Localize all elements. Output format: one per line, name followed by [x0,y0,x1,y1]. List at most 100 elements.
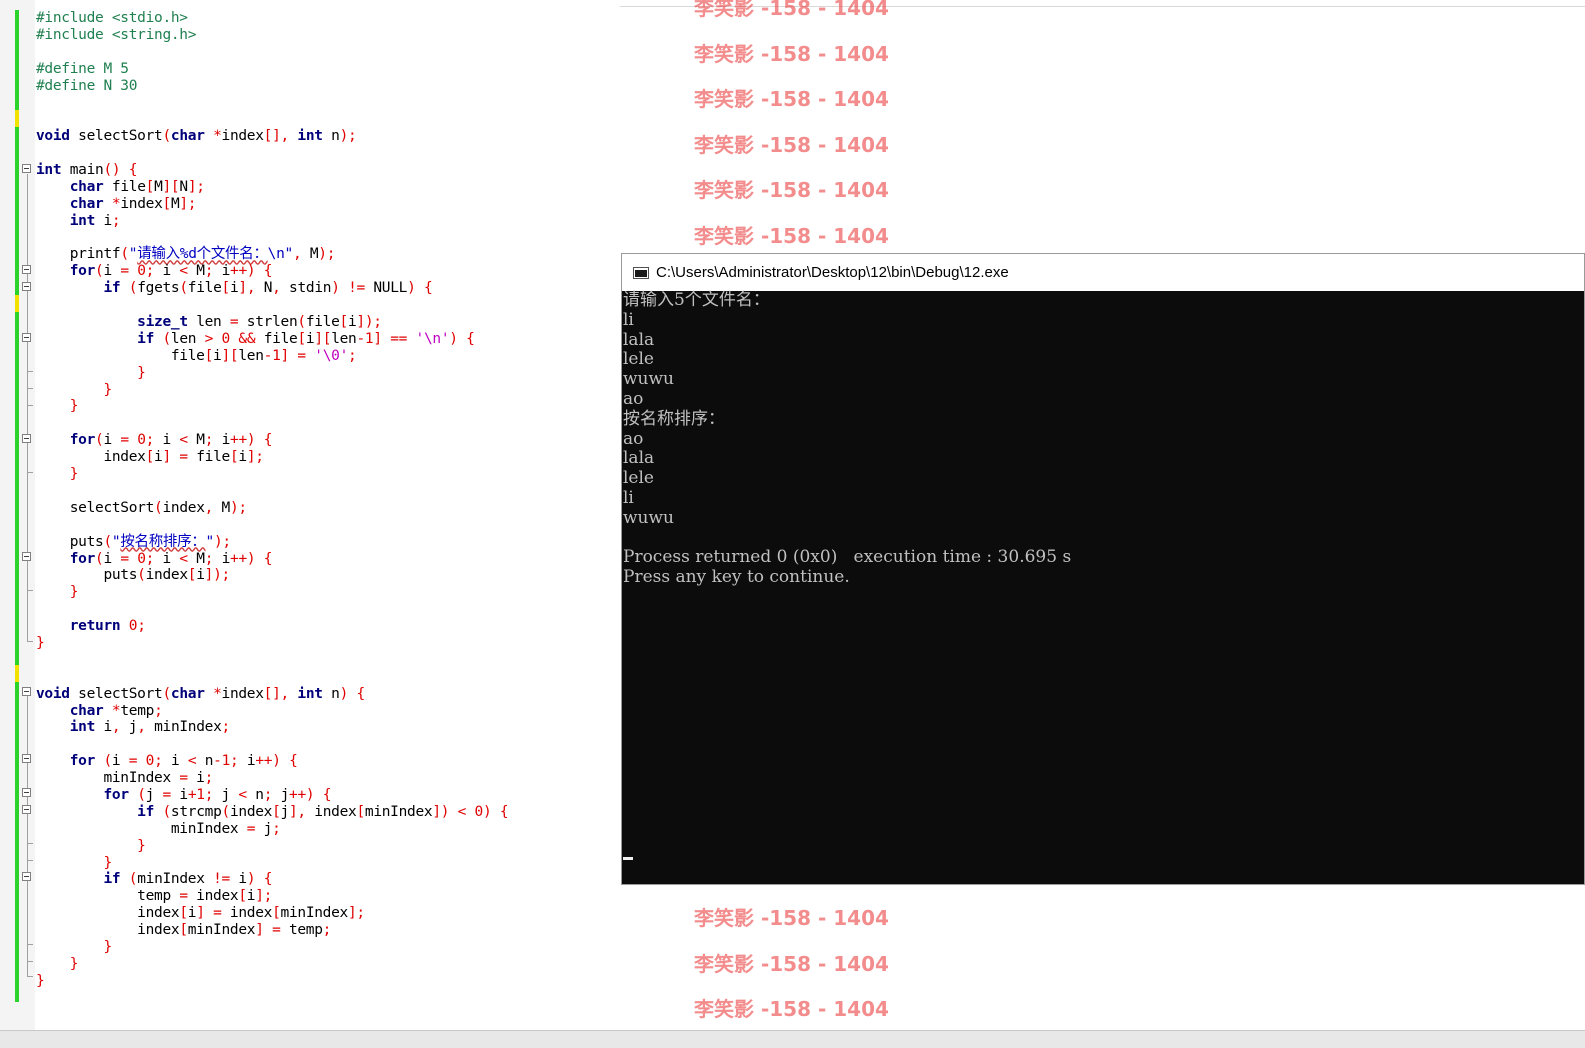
code-line: } [36,635,508,652]
code-line: char *index[M]; [36,196,508,213]
console-titlebar[interactable]: C:\Users\Administrator\Desktop\12\bin\De… [622,254,1584,291]
code-token: len [170,330,205,347]
code-token: ++) [230,550,256,567]
code-token: n [196,753,214,770]
code-token: minIndex [187,922,256,939]
code-token: [], [263,685,290,702]
code-token: ; [204,432,214,449]
code-token: 0 [474,803,484,820]
code-token: ); [318,246,336,263]
code-token: } [69,584,79,601]
console-output[interactable]: 请输入5个文件名： li lala lele wuwu ao 按名称排序： ao lala lel… [623,290,1071,588]
fold-toggle-for[interactable] [22,434,31,443]
fold-toggle-main[interactable] [22,164,31,173]
code-token: ]; [179,195,197,212]
code-token: [ [145,449,155,466]
code-token: i [95,719,112,736]
fold-end [27,944,33,945]
fold-end [27,641,33,642]
code-token: != [213,871,230,888]
code-token: ] [162,449,171,466]
code-line: for(i = 0; i < M; i++) { [36,432,508,449]
code-line: int i; [36,213,508,230]
code-line: index[minIndex] = temp; [36,922,508,939]
code-token: \n" [267,246,294,263]
code-token: 1 [272,347,281,364]
code-token: } [137,364,146,381]
console-window[interactable]: C:\Users\Administrator\Desktop\12\bin\De… [621,253,1585,885]
code-token: [ [297,330,306,347]
code-token: == [390,330,408,347]
code-line: void selectSort(char *index[], int n) { [36,686,508,703]
code-token: [ [238,888,247,905]
code-token: ( [128,871,138,888]
code-token: printf [36,246,121,263]
code-token: i [111,753,129,770]
code-token: return [69,618,121,635]
code-token: ; [154,702,163,719]
fold-toggle-for[interactable] [22,788,31,797]
fold-toggle-selectsort[interactable] [22,687,31,696]
code-token: i [196,567,205,584]
code-token: [ [356,803,365,820]
code-token: ][ [221,347,239,364]
code-token: ; [322,922,332,939]
code-token: i [213,550,231,567]
code-token: < [179,550,188,567]
fold-toggle-if[interactable] [22,333,31,342]
editor-top-rule [620,6,1585,7]
code-token: } [103,381,112,398]
code-token: minIndex [36,770,180,787]
code-token: { [356,685,365,702]
code-token: len [331,330,357,347]
code-token: " [205,533,215,550]
code-line: } [36,365,508,382]
code-token: ) [407,280,416,297]
code-token: = [179,888,188,905]
fold-end [27,961,33,962]
editor-bottom-bar [0,1030,1585,1048]
code-token: < [187,753,197,770]
fold-toggle-for[interactable] [22,552,31,561]
code-token: n [322,128,340,145]
fold-toggle-if[interactable] [22,282,31,291]
code-token: ] [373,330,382,347]
code-token: index [221,685,264,702]
code-token: n [246,786,264,803]
fold-toggle-if[interactable] [22,805,31,814]
fold-toggle-if[interactable] [22,872,31,881]
fold-toggle-for[interactable] [22,265,31,274]
console-app-icon [633,266,649,279]
code-token: ); [213,533,231,550]
code-text[interactable]: #include <stdio.h> #include <string.h> #de… [36,10,509,990]
code-token: ; [272,820,281,837]
code-token: index [162,499,205,516]
code-line: #include <stdio.h> [36,10,508,27]
code-token: file [36,347,205,364]
change-marker-unsaved [15,295,19,312]
fold-toggle-for[interactable] [22,754,31,763]
code-token: ] [280,347,290,364]
code-line: } [36,956,508,973]
code-token: i [246,888,256,905]
console-line: wuwu [623,369,674,390]
code-token: if [103,280,121,297]
code-token: [ [179,922,188,939]
code-token: ][ [314,330,332,347]
editor-gutter [0,0,35,1030]
